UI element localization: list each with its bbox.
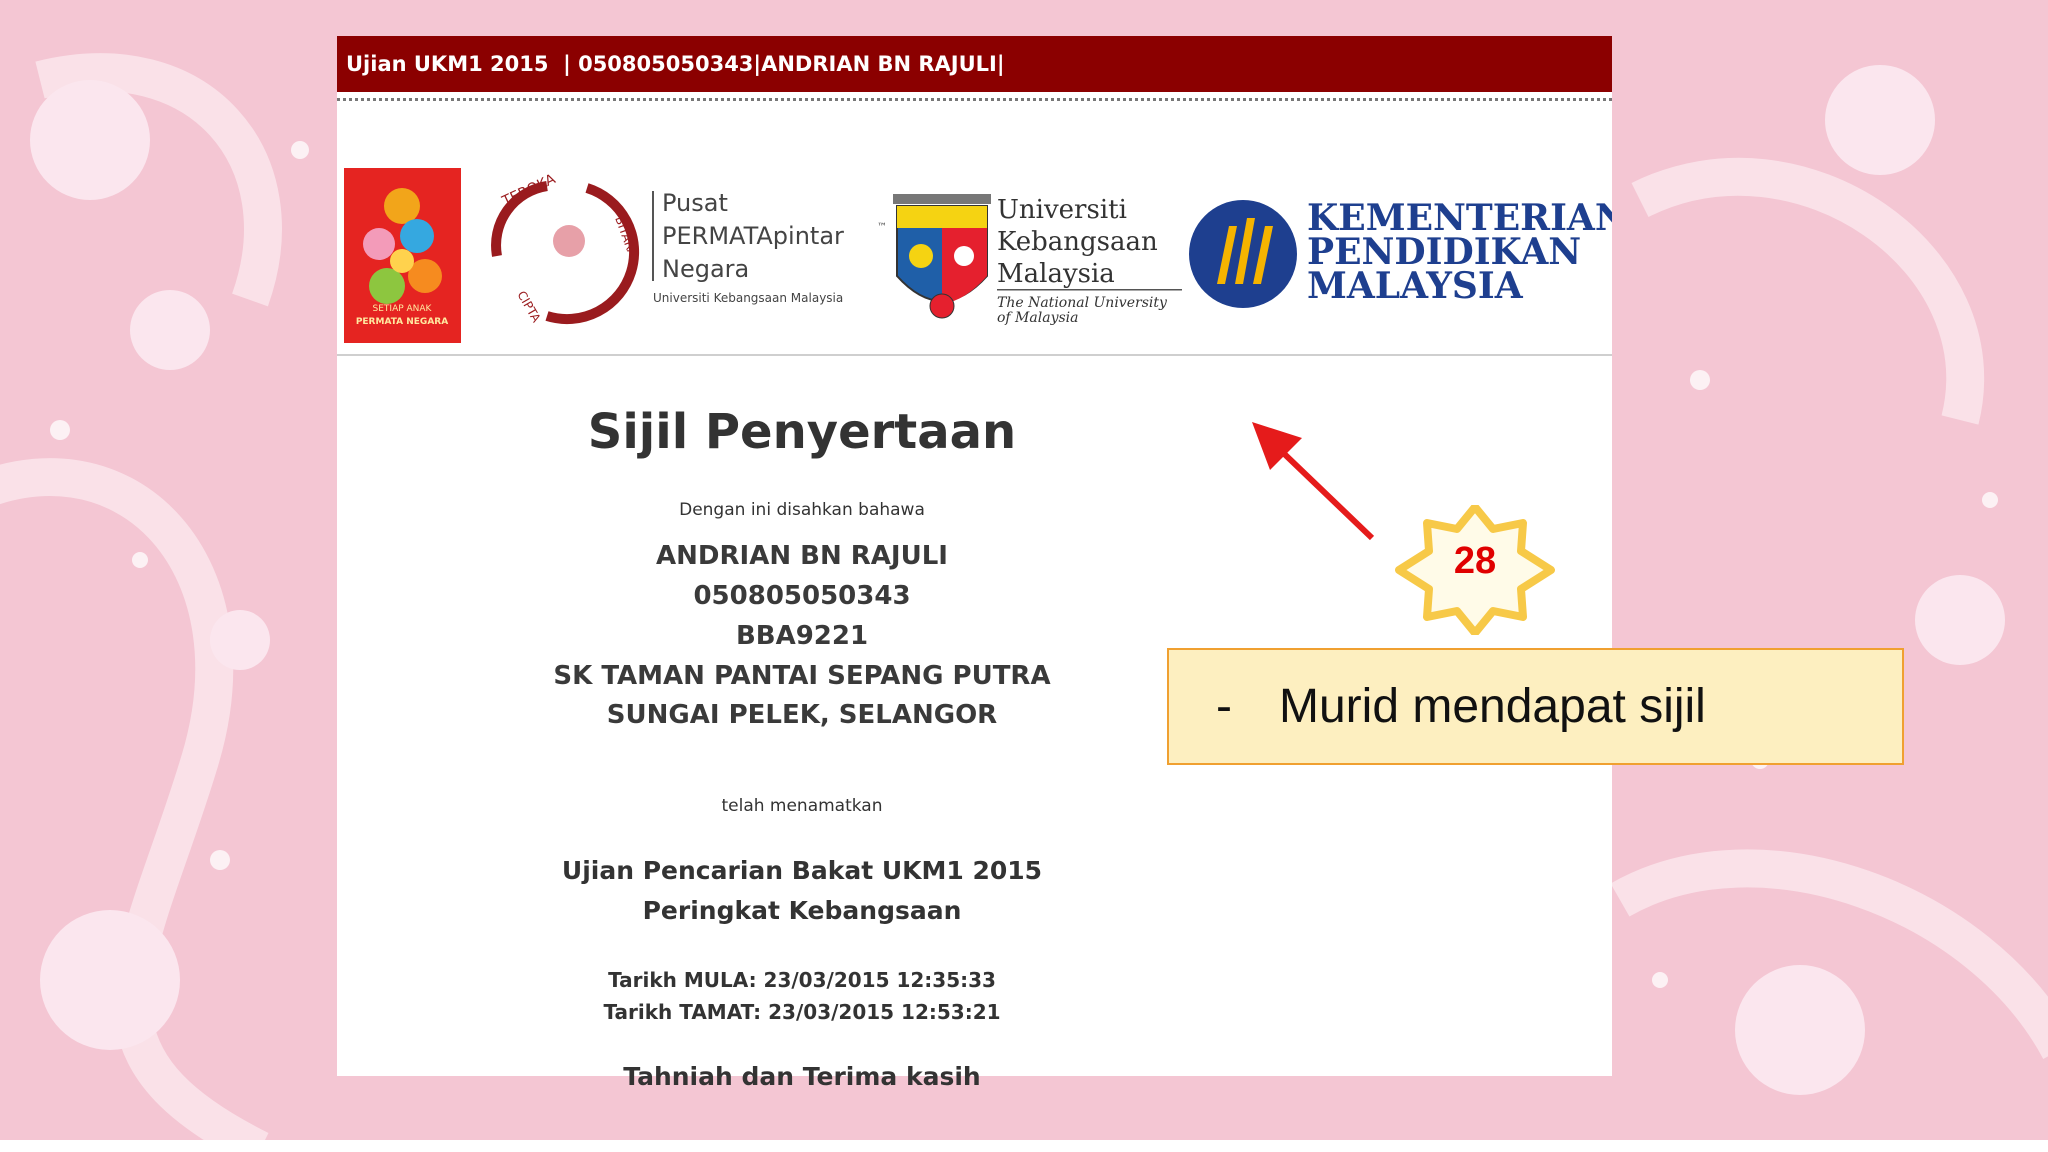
logo-strip: SETIAP ANAK PERMATA NEGARA TEROKA CIPTA … <box>344 168 1612 343</box>
svg-text:™: ™ <box>877 222 887 233</box>
school-name: SK TAMAN PANTAI SEPANG PUTRA <box>553 661 1051 691</box>
permata-logo: SETIAP ANAK PERMATA NEGARA <box>344 168 461 343</box>
completed-text: telah menamatkan <box>721 796 883 816</box>
svg-text:TEROKA: TEROKA <box>499 171 558 210</box>
permata-caption-2: PERMATA NEGARA <box>356 317 448 327</box>
ukm-logo: Universiti Kebangsaan Malaysia The Natio… <box>893 194 1182 326</box>
pointer-arrow-icon <box>1252 422 1375 541</box>
svg-text:of Malaysia: of Malaysia <box>997 310 1078 326</box>
callout-dash: - <box>1216 680 1232 733</box>
exam-name: Ujian Pencarian Bakat UKM1 2015 <box>561 856 1043 885</box>
svg-text:MALAYSIA: MALAYSIA <box>1307 265 1524 307</box>
permata-caption-1: SETIAP ANAK <box>373 304 433 314</box>
school-location: SUNGAI PELEK, SELANGOR <box>606 700 998 730</box>
svg-text:Universiti Kebangsaan Malaysia: Universiti Kebangsaan Malaysia <box>653 291 843 305</box>
start-time: Tarikh MULA: 23/03/2015 12:35:33 <box>608 968 996 992</box>
svg-text:Negara: Negara <box>662 255 749 283</box>
student-name: ANDRIAN BN RAJULI <box>656 541 948 571</box>
kpm-logo: KEMENTERIAN PENDIDIKAN MALAYSIA <box>1189 197 1612 308</box>
header-separator <box>337 354 1612 356</box>
svg-text:CIPTA: CIPTA <box>514 289 543 326</box>
callout-text: Murid mendapat sijil <box>1279 680 1706 733</box>
certificate-title: Sijil Penyertaan <box>587 404 1017 460</box>
exam-level: Peringkat Kebangsaan <box>642 896 962 925</box>
dotted-divider <box>337 98 1612 101</box>
svg-text:Universiti: Universiti <box>997 195 1127 225</box>
title-bar: Ujian UKM1 2015 | 050805050343|ANDRIAN B… <box>337 36 1612 92</box>
closing-text: Tahniah dan Terima kasih <box>623 1062 981 1091</box>
pusat-permatapintar-logo: TEROKA CIPTA BITARA Pusat PERMATApintar … <box>491 171 887 326</box>
svg-text:Pusat: Pusat <box>662 189 728 217</box>
svg-text:PERMATApintar: PERMATApintar <box>662 222 844 250</box>
svg-text:Malaysia: Malaysia <box>997 259 1115 289</box>
annotation-callout: - Murid mendapat sijil <box>1167 648 1904 765</box>
intro-text: Dengan ini disahkan bahawa <box>679 500 925 520</box>
step-number: 28 <box>1453 540 1497 582</box>
ic-number: 050805050343 <box>693 581 911 611</box>
end-time: Tarikh TAMAT: 23/03/2015 12:53:21 <box>603 1000 1001 1024</box>
svg-text:Kebangsaan: Kebangsaan <box>997 227 1158 257</box>
svg-text:The National University: The National University <box>997 295 1168 311</box>
school-code: BBA9221 <box>735 621 869 651</box>
